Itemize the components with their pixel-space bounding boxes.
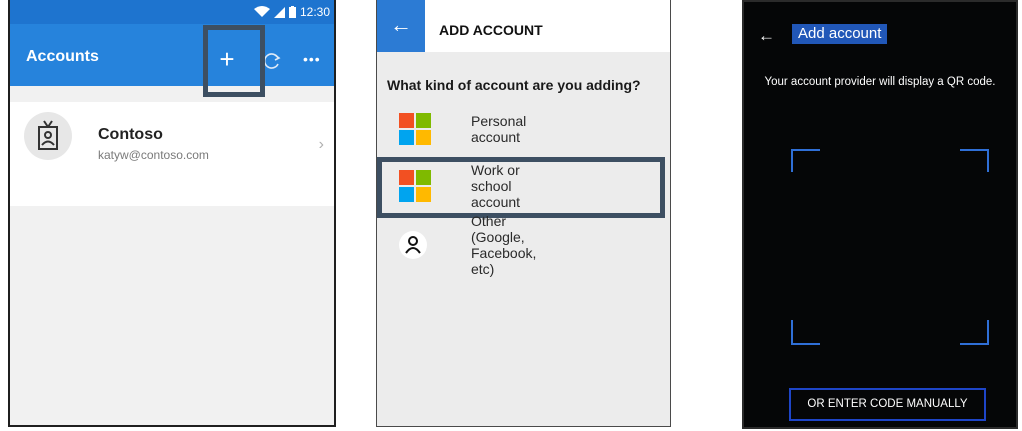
option-personal-account[interactable]: Personal account [399, 111, 526, 147]
accounts-screen: 12:30 Accounts + ••• Contoso katyw@conto… [8, 0, 336, 427]
option-label: Other (Google, Facebook, etc) [471, 213, 537, 277]
person-icon [399, 231, 427, 259]
chevron-right-icon: › [318, 136, 324, 153]
more-icon: ••• [303, 51, 321, 67]
more-options-button[interactable]: ••• [303, 51, 321, 67]
account-email: katyw@contoso.com [98, 148, 209, 162]
refresh-icon[interactable] [262, 51, 282, 71]
page-title: Accounts [26, 48, 99, 65]
wifi-icon [253, 6, 270, 17]
qr-scan-frame [791, 149, 989, 345]
qr-scan-screen: ← Add account Your account provider will… [742, 0, 1018, 429]
page-title: ADD ACCOUNT [439, 22, 543, 38]
back-button[interactable]: ← [377, 0, 425, 52]
status-icons: 12:30 [253, 5, 330, 19]
account-list-item[interactable]: Contoso katyw@contoso.com › [10, 102, 334, 206]
work-account-highlight [377, 157, 665, 218]
add-button-highlight [203, 25, 265, 97]
microsoft-logo-icon [399, 113, 431, 145]
add-account-screen: ← ADD ACCOUNT What kind of account are y… [376, 0, 671, 427]
option-label: Personal account [471, 113, 527, 145]
option-other-account[interactable]: Other (Google, Facebook, etc) [399, 213, 536, 277]
header-bar: ← ADD ACCOUNT [377, 0, 670, 52]
enter-code-manually-button[interactable]: OR ENTER CODE MANUALLY [789, 388, 986, 421]
frame-corner-top-left [791, 149, 820, 172]
app-bar: Accounts [10, 24, 334, 86]
frame-corner-bottom-left [791, 320, 820, 345]
status-bar: 12:30 [10, 0, 334, 24]
frame-corner-top-right [960, 149, 989, 172]
account-type-question: What kind of account are you adding? [387, 77, 641, 93]
status-time: 12:30 [299, 5, 330, 19]
frame-corner-bottom-right [960, 320, 989, 345]
account-name: Contoso [98, 126, 163, 143]
avatar [24, 112, 72, 160]
id-badge-icon [38, 120, 58, 150]
battery-icon [288, 6, 296, 18]
signal-icon [273, 6, 285, 18]
back-arrow-icon: ← [390, 12, 412, 37]
